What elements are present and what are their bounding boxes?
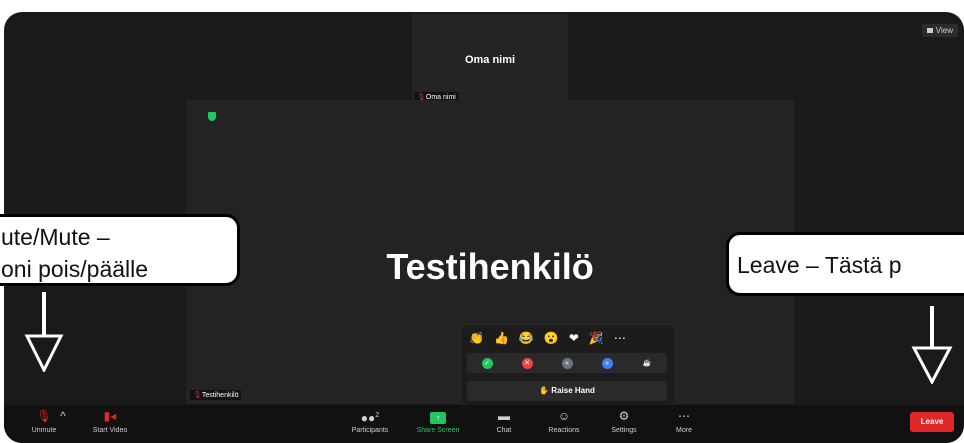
reactions-button[interactable]: ☺ Reactions	[534, 409, 594, 434]
nonverbal-feedback-row: ✓ ✕ « » ☕	[467, 353, 667, 373]
participants-count: 2	[375, 412, 380, 419]
leave-button[interactable]: Leave	[910, 412, 954, 432]
unmute-label: Unmute	[31, 427, 57, 434]
reactions-label: Reactions	[548, 427, 580, 434]
check-icon[interactable]: ✓	[481, 357, 493, 369]
speed-up-icon[interactable]: »	[601, 357, 613, 369]
reactions-panel: 👏 👍 😂 😮 ❤ 🎉 ⋯ ✓ ✕ « » ☕ ✋ Raise Hand	[460, 324, 676, 406]
reaction-emoji-4[interactable]: ❤	[569, 331, 579, 345]
muted-mic-icon: 🎙	[193, 392, 202, 399]
grid-icon	[926, 28, 933, 34]
self-video-tile[interactable]: Oma nimi 🎙Oma nimi	[412, 14, 568, 102]
emoji-row: 👏 👍 😂 😮 ❤ 🎉 ⋯	[469, 331, 626, 345]
reaction-emoji-1[interactable]: 👍	[494, 331, 509, 345]
encryption-shield-icon	[208, 112, 216, 121]
more-label: More	[676, 427, 692, 434]
participants-icon: ●●2	[360, 411, 380, 425]
speaker-name-tag: 🎙Testihenkilö	[190, 390, 242, 400]
callout-mute: ute/Mute – oni pois/päälle	[0, 214, 240, 286]
view-label: View	[935, 26, 953, 35]
coffee-icon[interactable]: ☕	[641, 357, 653, 369]
video-off-icon: ▮◂	[103, 409, 117, 423]
chat-label: Chat	[496, 427, 512, 434]
reaction-emoji-0[interactable]: 👏	[469, 331, 484, 345]
x-icon[interactable]: ✕	[521, 357, 533, 369]
reactions-icon: ☺	[557, 409, 571, 423]
callout-mute-line1: ute/Mute –	[1, 224, 110, 250]
callout-leave-line1: Leave – Tästä p	[737, 252, 902, 278]
share-screen-icon: ↑	[408, 409, 468, 424]
more-button[interactable]: ⋯ More	[654, 409, 714, 434]
reaction-emoji-2[interactable]: 😂	[519, 331, 534, 345]
participants-button[interactable]: ●●2 Participants	[340, 409, 400, 434]
reaction-emoji-3[interactable]: 😮	[544, 331, 559, 345]
chat-icon: ▬	[498, 409, 510, 423]
raise-hand-label: Raise Hand	[551, 386, 595, 395]
settings-label: Settings	[611, 427, 637, 434]
gear-icon: ⚙	[618, 409, 630, 423]
arrow-to-unmute	[24, 292, 64, 372]
participants-label: Participants	[351, 427, 389, 434]
more-icon: ⋯	[678, 409, 690, 423]
callout-leave: Leave – Tästä p	[726, 232, 964, 296]
start-video-label: Start Video	[92, 427, 128, 434]
meeting-toolbar: 🎙 Unmute ^ ▮◂ Start Video ●●2 Participan…	[4, 405, 964, 443]
reaction-emoji-6[interactable]: ⋯	[614, 331, 626, 345]
reaction-emoji-5[interactable]: 🎉	[589, 331, 604, 345]
start-video-button[interactable]: ▮◂ Start Video	[80, 409, 140, 434]
self-tile-name: Oma nimi	[464, 54, 516, 66]
arrow-to-leave	[911, 306, 953, 384]
speaker-tile-name: Testihenkilö	[386, 246, 594, 287]
settings-button[interactable]: ⚙ Settings	[594, 409, 654, 434]
raise-hand-button[interactable]: ✋ Raise Hand	[467, 381, 667, 401]
callout-mute-line2: oni pois/päälle	[1, 256, 149, 282]
chevron-up-icon: ^	[60, 409, 66, 423]
audio-options-chevron[interactable]: ^	[48, 409, 78, 427]
chat-button[interactable]: ▬ Chat	[474, 409, 534, 434]
speaker-name-tag-label: Testihenkilö	[201, 392, 239, 399]
share-screen-label: Share Screen	[416, 427, 460, 434]
view-button[interactable]: View	[921, 24, 958, 37]
share-screen-button[interactable]: ↑ Share Screen	[408, 409, 468, 434]
slow-down-icon[interactable]: «	[561, 357, 573, 369]
